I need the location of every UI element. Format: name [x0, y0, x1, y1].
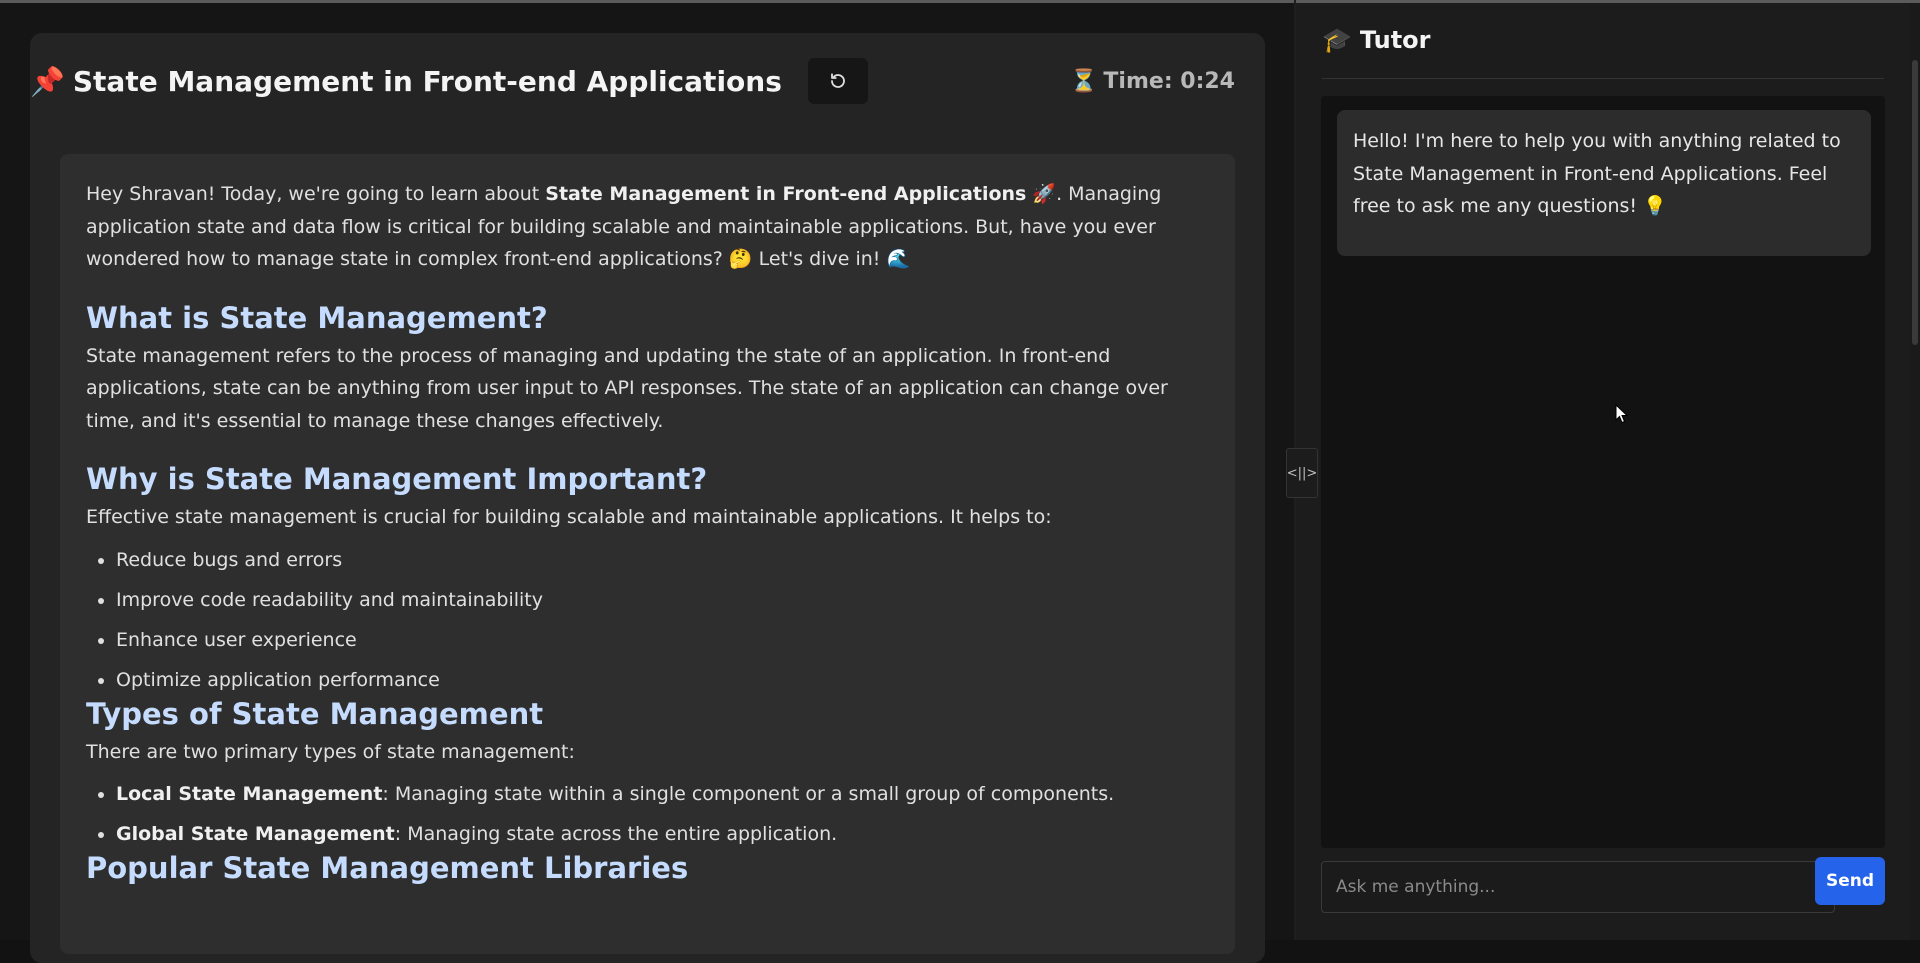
heading-libraries: Popular State Management Libraries — [86, 851, 689, 885]
heading-what: What is State Management? — [86, 300, 548, 335]
mouse-cursor-icon — [1615, 404, 1629, 424]
timer: ⏳ Time: 0:24 — [1070, 69, 1235, 94]
graduation-cap-icon: 🎓 — [1322, 26, 1352, 54]
paragraph-why: Effective state management is crucial fo… — [86, 506, 1052, 528]
lesson-title: 📌 State Management in Front-end Applicat… — [30, 65, 782, 98]
refresh-button[interactable] — [807, 58, 868, 104]
list-item-desc: : Managing state within a single compone… — [382, 783, 1115, 805]
list-item: Enhance user experience — [116, 620, 1206, 660]
list-item-term: Local State Management — [116, 783, 383, 805]
send-button[interactable]: Send — [1815, 857, 1885, 905]
intro-text: Hey Shravan! Today, we're going to learn… — [86, 183, 546, 205]
why-list: Reduce bugs and errors Improve code read… — [86, 540, 1206, 700]
list-item: Reduce bugs and errors — [116, 540, 1206, 580]
refresh-icon — [830, 73, 845, 88]
pin-icon: 📌 — [30, 64, 65, 98]
heading-types: Types of State Management — [86, 696, 544, 731]
paragraph-types: There are two primary types of state man… — [86, 740, 575, 763]
tutor-message-bubble: Hello! I'm here to help you with anythin… — [1337, 110, 1871, 256]
tutor-header: 🎓 Tutor — [1322, 26, 1884, 79]
paragraph-what: State management refers to the process o… — [86, 344, 1168, 432]
intro-paragraph: Hey Shravan! Today, we're going to learn… — [86, 178, 1206, 276]
list-item: Local State Management: Managing state w… — [116, 774, 1206, 814]
tutor-title: Tutor — [1359, 26, 1431, 54]
heading-why: Why is State Management Important? — [86, 462, 708, 496]
lesson-content: Hey Shravan! Today, we're going to learn… — [86, 178, 1206, 888]
scrollbar-thumb[interactable] — [1912, 60, 1918, 345]
types-list: Local State Management: Managing state w… — [86, 774, 1206, 854]
list-item-desc: : Managing state across the entire appli… — [394, 823, 838, 845]
resize-handle[interactable]: <||> — [1286, 448, 1318, 498]
list-item-term: Global State Management — [116, 823, 395, 845]
chat-input[interactable] — [1321, 861, 1835, 913]
lesson-title-text: State Management in Front-end Applicatio… — [72, 64, 782, 98]
lesson-header: 📌 State Management in Front-end Applicat… — [30, 54, 1235, 108]
list-item: Improve code readability and maintainabi… — [116, 580, 1206, 620]
intro-bold-topic: State Management in Front-end Applicatio… — [545, 183, 1027, 205]
timer-text: Time: 0:24 — [1103, 68, 1235, 94]
hourglass-icon: ⏳ — [1070, 68, 1098, 94]
